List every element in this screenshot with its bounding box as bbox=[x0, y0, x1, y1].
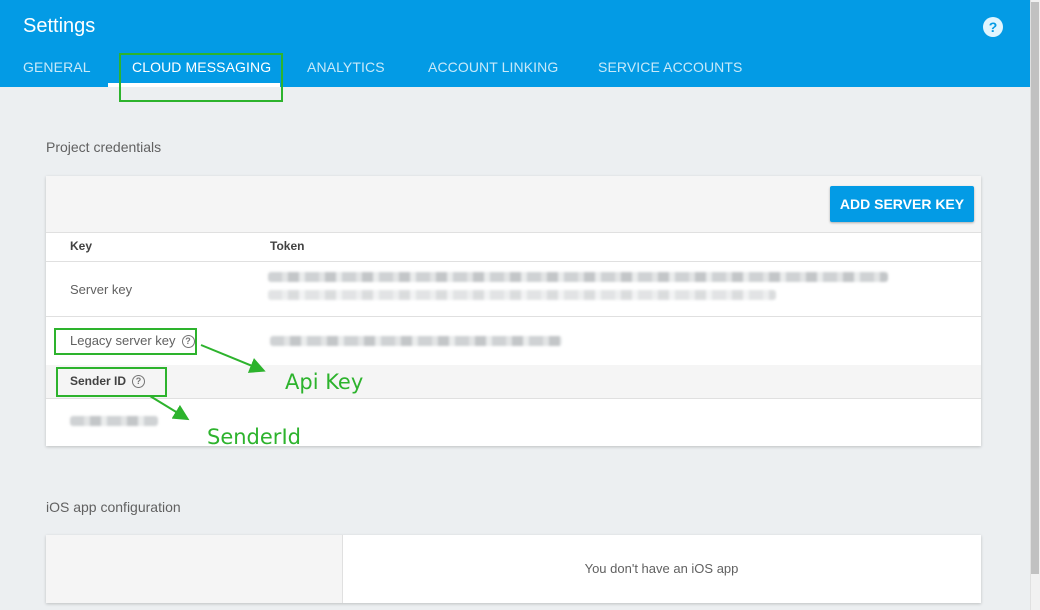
server-key-token-redacted[interactable] bbox=[268, 290, 776, 300]
ios-empty-message: You don't have an iOS app bbox=[584, 561, 739, 576]
server-key-label: Server key bbox=[70, 282, 133, 297]
project-credentials-heading: Project credentials bbox=[46, 139, 162, 155]
sender-id-value-redacted[interactable] bbox=[70, 416, 158, 426]
highlight-cloud-messaging bbox=[119, 53, 283, 102]
tab-general[interactable]: GENERAL bbox=[23, 59, 91, 75]
ios-config-card: You don't have an iOS app bbox=[46, 535, 981, 603]
credentials-card: ADD SERVER KEY Key Token Server key Lega… bbox=[46, 176, 981, 446]
ios-config-heading: iOS app configuration bbox=[46, 499, 181, 515]
highlight-legacy-server-key bbox=[54, 328, 197, 355]
help-icon[interactable]: ? bbox=[983, 17, 1003, 37]
add-server-key-button[interactable]: ADD SERVER KEY bbox=[830, 186, 974, 222]
divider bbox=[46, 398, 981, 399]
highlight-sender-id bbox=[56, 367, 167, 397]
tab-analytics[interactable]: ANALYTICS bbox=[307, 59, 385, 75]
ios-app-list-panel bbox=[46, 535, 343, 603]
sender-id-header: Sender ID? bbox=[46, 365, 981, 398]
tab-account-linking[interactable]: ACCOUNT LINKING bbox=[428, 59, 558, 75]
scrollbar-thumb[interactable] bbox=[1031, 2, 1039, 574]
divider bbox=[46, 316, 981, 317]
divider bbox=[46, 232, 981, 233]
divider bbox=[46, 261, 981, 262]
column-header-token: Token bbox=[270, 239, 305, 253]
tab-service-accounts[interactable]: SERVICE ACCOUNTS bbox=[598, 59, 743, 75]
column-header-key: Key bbox=[70, 239, 93, 253]
sender-id-annotation: SenderId bbox=[207, 425, 301, 449]
server-key-token-redacted[interactable] bbox=[268, 272, 888, 282]
page-title: Settings bbox=[23, 15, 96, 37]
legacy-server-key-token-redacted[interactable] bbox=[270, 336, 562, 346]
api-key-annotation: Api Key bbox=[285, 370, 364, 394]
card-toolbar: ADD SERVER KEY bbox=[46, 176, 981, 233]
